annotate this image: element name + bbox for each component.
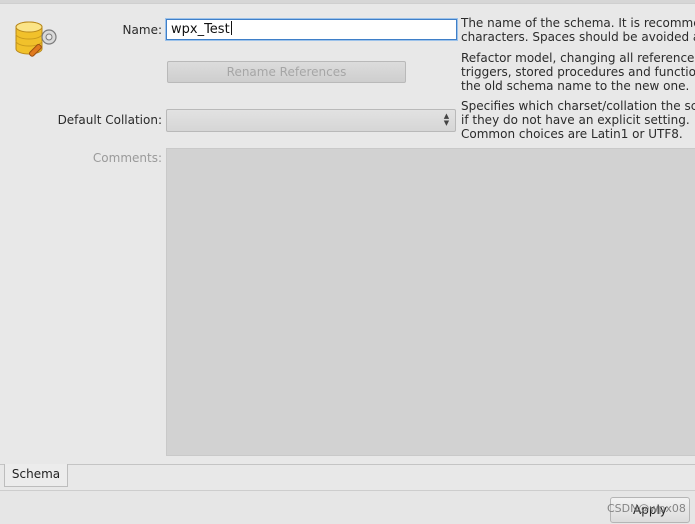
up-down-arrows-icon: ▲ ▼ bbox=[443, 112, 450, 127]
database-wrench-icon bbox=[12, 16, 60, 62]
name-help-line-1: The name of the schema. It is recommen bbox=[461, 16, 695, 30]
collation-help-line-3: Common choices are Latin1 or UTF8. bbox=[461, 127, 683, 141]
rename-help-line-2: triggers, stored procedures and functior bbox=[461, 65, 695, 79]
collation-help-line-2: if they do not have an explicit setting. bbox=[461, 113, 690, 127]
name-input-value: wpx_Test bbox=[171, 22, 230, 37]
dialog-footer bbox=[0, 490, 695, 524]
tab-schema[interactable]: Schema bbox=[4, 464, 68, 487]
rename-references-button[interactable]: Rename References bbox=[167, 61, 406, 83]
name-label: Name: bbox=[122, 23, 162, 37]
comments-label: Comments: bbox=[92, 151, 162, 165]
text-caret bbox=[230, 21, 232, 35]
name-help-line-2: characters. Spaces should be avoided an bbox=[461, 30, 695, 44]
default-collation-label: Default Collation: bbox=[57, 113, 162, 127]
watermark: CSDN@wpx08 bbox=[607, 502, 686, 515]
tab-bar-divider bbox=[0, 464, 695, 465]
rename-help-line-1: Refactor model, changing all references bbox=[461, 51, 695, 65]
window-top-edge bbox=[0, 0, 695, 4]
comments-textarea[interactable] bbox=[166, 148, 695, 456]
rename-help-line-3: the old schema name to the new one. bbox=[461, 79, 690, 93]
default-collation-select[interactable]: ▲ ▼ bbox=[166, 109, 456, 132]
schema-name-input[interactable]: wpx_Test bbox=[166, 19, 457, 40]
collation-help-line-1: Specifies which charset/collation the sc… bbox=[461, 99, 695, 113]
